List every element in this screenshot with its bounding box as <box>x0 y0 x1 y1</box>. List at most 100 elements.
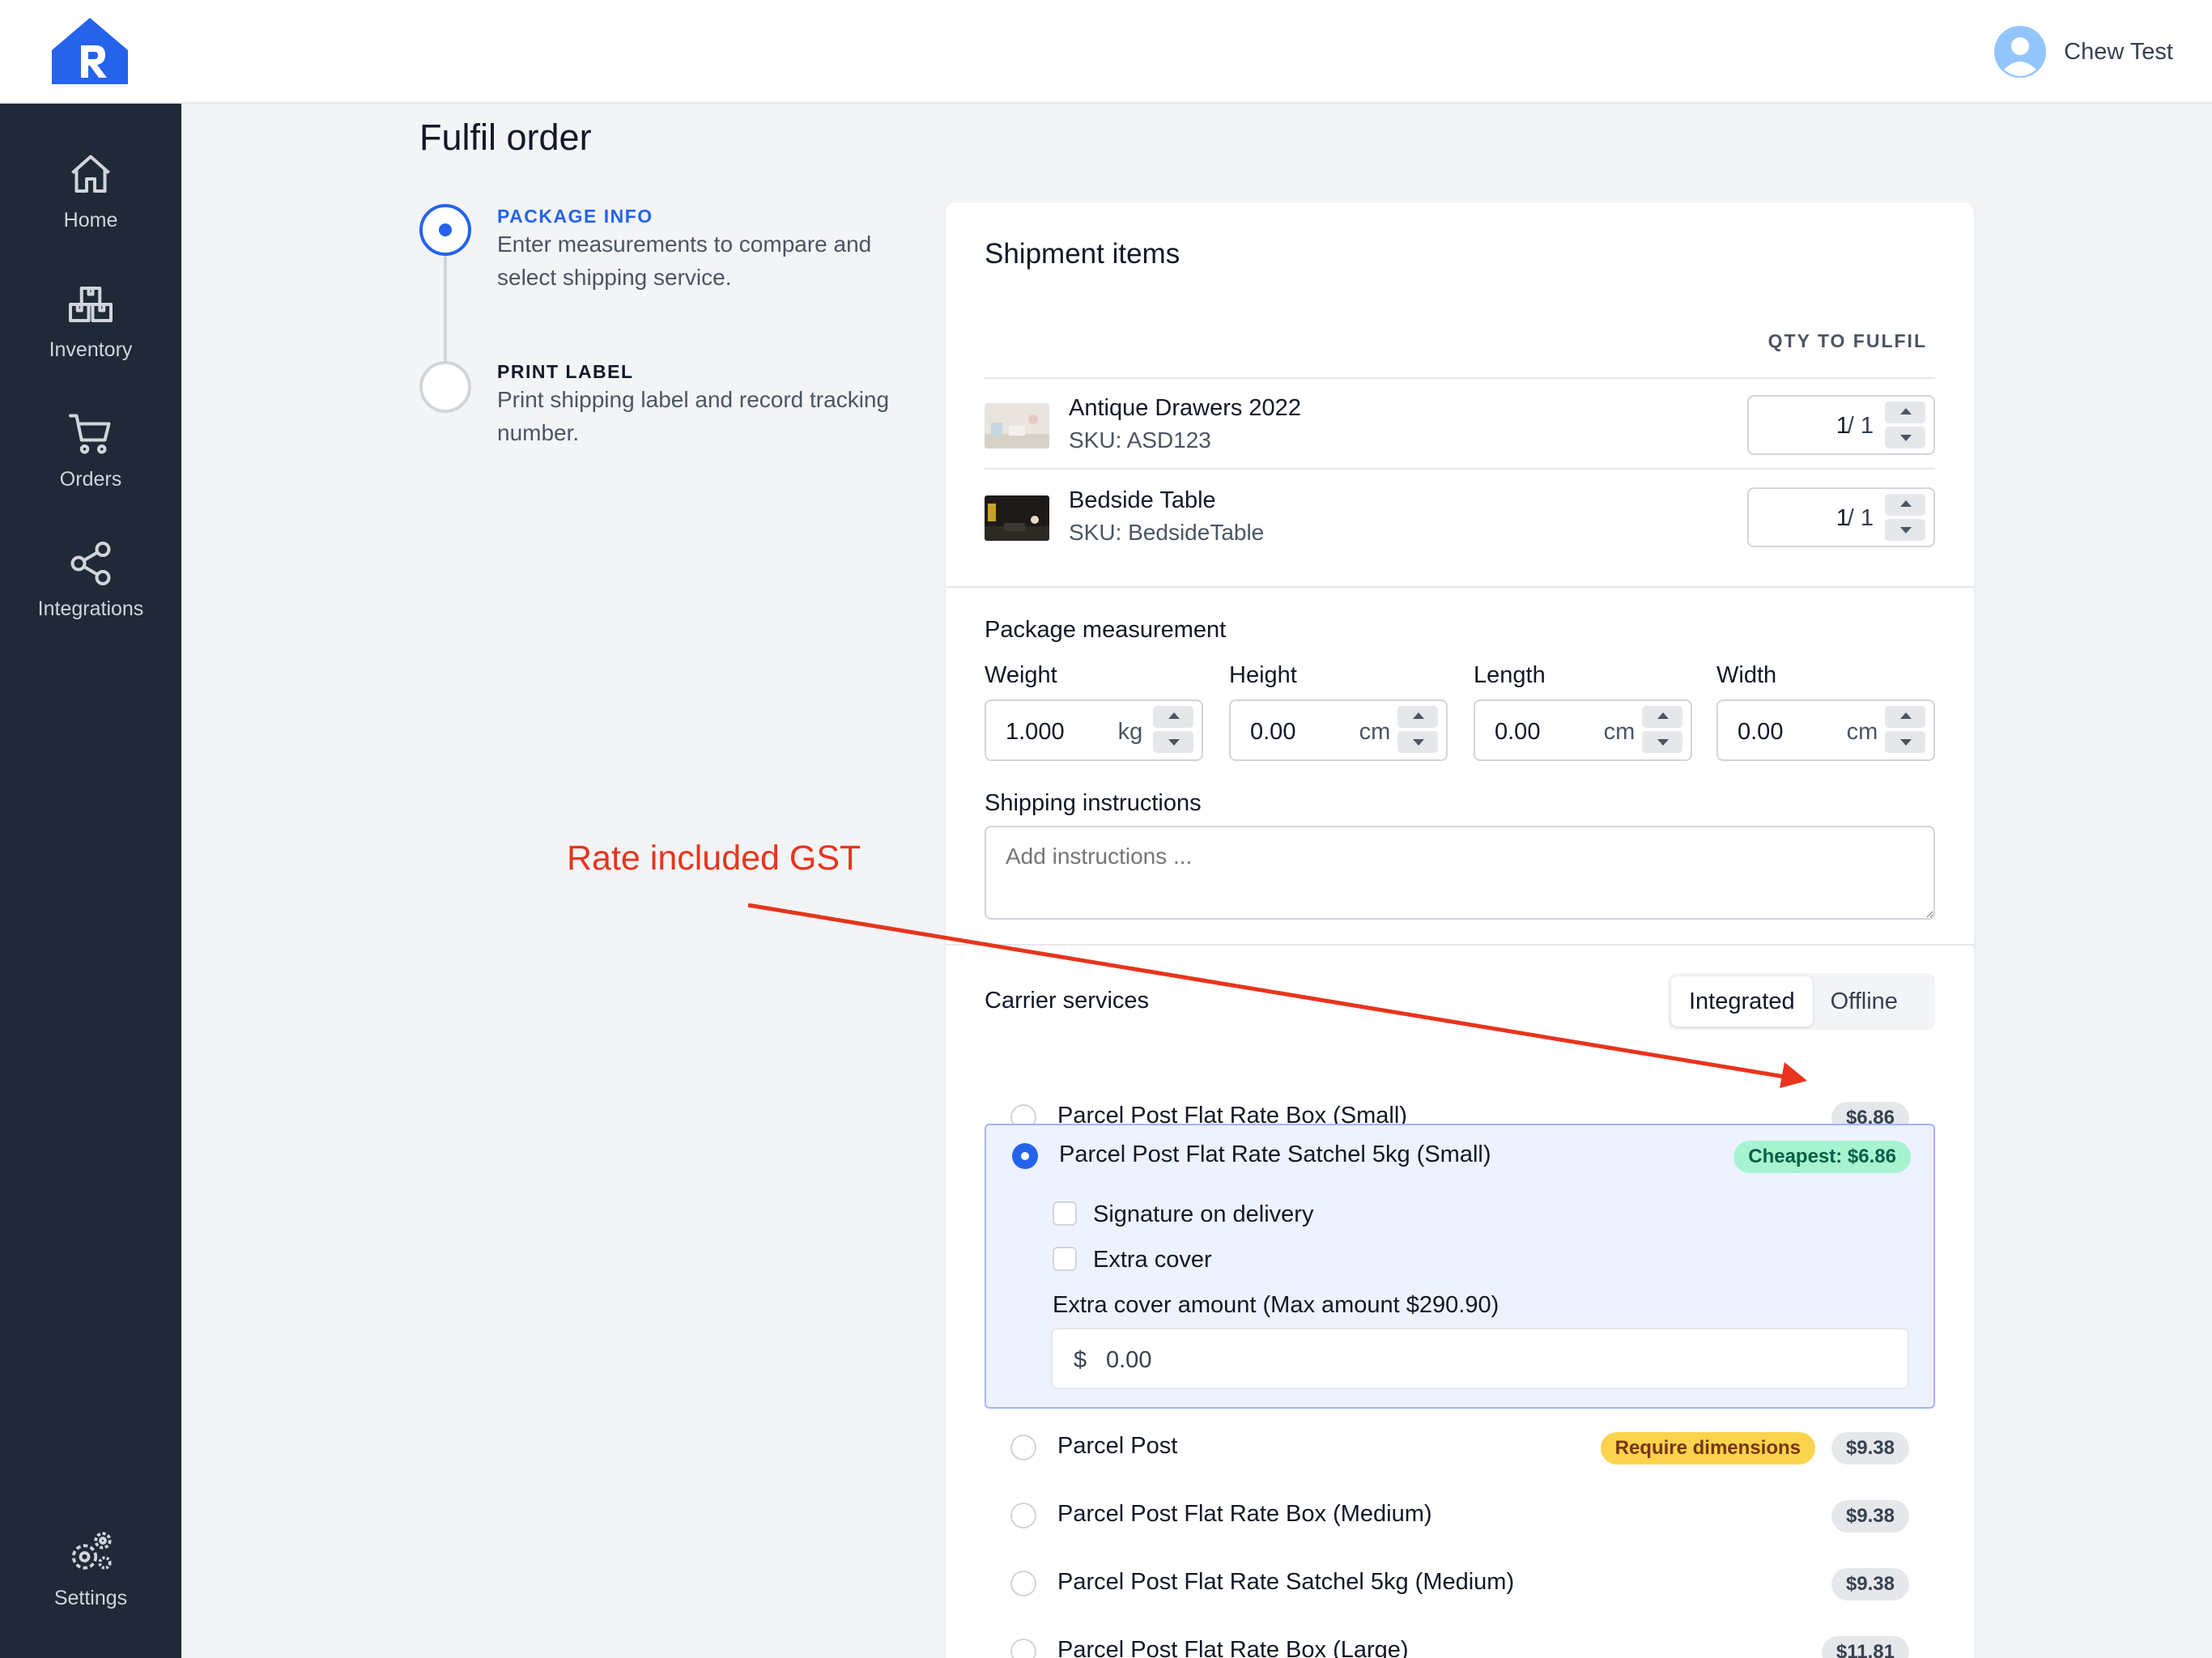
height-field[interactable]: 0.00 cm <box>1229 699 1448 761</box>
weight-value[interactable]: 1.000 <box>1006 719 1065 746</box>
tab-integrated[interactable]: Integrated <box>1671 976 1813 1027</box>
sidebar-item-label: Inventory <box>49 338 133 361</box>
extra-cover-label: Extra cover <box>1093 1247 1212 1273</box>
option-radio[interactable] <box>1010 1435 1036 1460</box>
step-connector <box>444 256 447 361</box>
require-dimensions-badge: Require dimensions <box>1600 1432 1815 1465</box>
decrement-button[interactable] <box>1642 731 1682 753</box>
top-bar: Chew Test <box>0 0 2212 104</box>
user-menu[interactable]: Chew Test <box>1994 24 2173 79</box>
decrement-button[interactable] <box>1885 731 1925 753</box>
user-icon <box>1994 26 2047 78</box>
product-thumbnail <box>985 403 1049 449</box>
increment-button[interactable] <box>1397 706 1438 728</box>
cheapest-badge: Cheapest: $6.86 <box>1733 1141 1911 1173</box>
package-measurement-label: Package measurement <box>985 617 1227 643</box>
decrement-button[interactable] <box>1153 731 1193 753</box>
height-unit: cm <box>1359 719 1391 745</box>
option-radio[interactable] <box>1010 1571 1036 1596</box>
sidebar-item-label: Integrations <box>37 597 144 620</box>
carrier-option[interactable]: Parcel Post Flat Rate Box (Large) $11.81 <box>985 1621 1935 1658</box>
item-sku: SKU: BedsideTable <box>1069 520 1265 545</box>
carrier-services-label: Carrier services <box>985 988 1150 1014</box>
increment-button[interactable] <box>1642 706 1682 728</box>
qty-stepper[interactable]: 1 / 1 <box>1747 395 1935 455</box>
shipment-item-row: Antique Drawers 2022 SKU: ASD123 1 / 1 <box>985 379 1935 470</box>
sidebar-item-label: Settings <box>53 1586 128 1609</box>
price-badge: $9.38 <box>1831 1500 1909 1533</box>
price-badge: $11.81 <box>1821 1636 1909 1658</box>
carrier-option[interactable]: Parcel Post Flat Rate Satchel 5kg (Mediu… <box>985 1553 1935 1609</box>
signature-checkbox[interactable] <box>1053 1201 1077 1226</box>
carrier-option[interactable]: Parcel Post Flat Rate Box (Medium) $9.38 <box>985 1485 1935 1541</box>
decrement-button[interactable] <box>1885 427 1925 449</box>
sidebar-item-inventory[interactable]: Inventory <box>0 264 181 377</box>
option-radio-selected[interactable] <box>1012 1143 1038 1169</box>
qty-spinner <box>1885 402 1925 449</box>
qty-spinner <box>1885 494 1925 541</box>
share-icon <box>70 541 111 585</box>
product-thumbnail <box>985 495 1049 541</box>
width-field[interactable]: 0.00 cm <box>1716 699 1935 761</box>
avatar[interactable] <box>1994 26 2047 78</box>
weight-spinner <box>1153 706 1193 753</box>
sidebar-item-home[interactable]: Home <box>0 134 181 248</box>
sidebar-item-label: Orders <box>59 467 122 491</box>
price-badge: $9.38 <box>1831 1568 1909 1601</box>
step-indicator-current <box>419 204 471 256</box>
width-value[interactable]: 0.00 <box>1738 719 1783 746</box>
option-radio[interactable] <box>1010 1503 1036 1528</box>
sidebar-item-label: Home <box>63 208 118 232</box>
height-label: Height <box>1229 662 1297 688</box>
app-logo[interactable] <box>52 18 128 84</box>
item-name: Bedside Table <box>1069 487 1216 513</box>
sidebar-item-orders[interactable]: Orders <box>0 393 181 507</box>
extra-cover-amount-value[interactable]: 0.00 <box>1106 1347 1151 1374</box>
length-field[interactable]: 0.00 cm <box>1474 699 1692 761</box>
step-indicator-upcoming <box>419 361 471 413</box>
height-spinner <box>1397 706 1438 753</box>
extra-cover-amount-input[interactable]: $ 0.00 <box>1051 1328 1909 1389</box>
price-badge: $9.38 <box>1831 1432 1909 1465</box>
qty-stepper[interactable]: 1 / 1 <box>1747 487 1935 547</box>
qty-max: / 1 <box>1847 413 1874 439</box>
height-value[interactable]: 0.00 <box>1250 719 1295 746</box>
weight-field[interactable]: 1.000 kg <box>985 699 1203 761</box>
extra-cover-amount-label: Extra cover amount (Max amount $290.90) <box>1053 1292 1499 1318</box>
step-title-package-info: PACKAGE INFO <box>497 206 653 227</box>
sidebar: Home Inventory Orders Integrations Setti… <box>0 104 181 1658</box>
currency-prefix: $ <box>1074 1347 1087 1373</box>
increment-button[interactable] <box>1153 706 1193 728</box>
decrement-button[interactable] <box>1885 519 1925 541</box>
carrier-option[interactable]: Parcel Post Require dimensions $9.38 <box>985 1417 1935 1473</box>
shipping-instructions-input[interactable] <box>985 826 1935 920</box>
user-name[interactable]: Chew Test <box>2064 39 2173 66</box>
selected-carrier-panel: Parcel Post Flat Rate Satchel 5kg (Small… <box>985 1124 1935 1409</box>
decrement-button[interactable] <box>1397 731 1438 753</box>
step-title-print-label: PRINT LABEL <box>497 361 634 382</box>
increment-button[interactable] <box>1885 494 1925 516</box>
option-radio[interactable] <box>1010 1639 1036 1658</box>
shipment-item-row: Bedside Table SKU: BedsideTable 1 / 1 <box>985 471 1935 562</box>
option-label: Parcel Post Flat Rate Satchel 5kg (Small… <box>1059 1141 1491 1167</box>
annotation-label: Rate included GST <box>567 839 861 878</box>
tab-offline[interactable]: Offline <box>1813 976 1916 1027</box>
increment-button[interactable] <box>1885 402 1925 423</box>
length-spinner <box>1642 706 1682 753</box>
home-icon <box>71 155 110 193</box>
sidebar-item-settings[interactable]: Settings <box>0 1512 181 1626</box>
page-title: Fulfil order <box>419 117 592 158</box>
item-sku: SKU: ASD123 <box>1069 427 1211 453</box>
sidebar-item-integrations[interactable]: Integrations <box>0 523 181 636</box>
option-label: Parcel Post Flat Rate Box (Large) <box>1057 1637 1409 1658</box>
settings-icon <box>71 1531 112 1570</box>
section-divider <box>946 586 1974 588</box>
shipment-items-title: Shipment items <box>985 238 1180 270</box>
extra-cover-checkbox[interactable] <box>1053 1247 1077 1271</box>
length-value[interactable]: 0.00 <box>1495 719 1540 746</box>
fulfil-card: Shipment items QTY TO FULFIL Antique Dra… <box>946 202 1974 1658</box>
increment-button[interactable] <box>1885 706 1925 728</box>
shipping-instructions-label: Shipping instructions <box>985 790 1202 816</box>
carrier-option-selected[interactable]: Parcel Post Flat Rate Satchel 5kg (Small… <box>986 1125 1937 1182</box>
step-desc-package-info: Enter measurements to compare and select… <box>497 232 872 290</box>
